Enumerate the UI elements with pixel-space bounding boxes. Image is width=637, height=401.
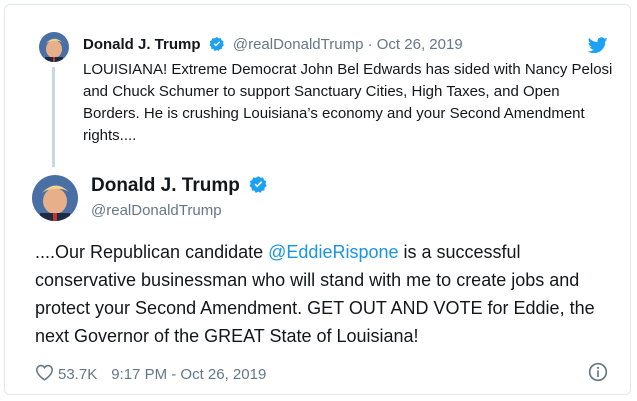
main-author-name-row: Donald J. Trump [91,175,268,200]
twitter-bird-icon[interactable] [587,37,608,59]
parent-avatar[interactable] [39,32,69,62]
main-tweet-text: ....Our Republican candidate @EddieRispo… [35,238,625,350]
tweet-text-part: ....Our Republican candidate [35,242,269,262]
parent-author-handle[interactable]: @realDonaldTrump [233,36,364,53]
verified-badge-icon [209,36,225,56]
main-avatar[interactable] [32,175,78,221]
parent-tweet-date[interactable]: Oct 26, 2019 [377,36,463,53]
verified-badge-icon [249,175,268,200]
like-count[interactable]: 53.7K [58,366,97,383]
tweet-timestamp[interactable]: 9:17 PM - Oct 26, 2019 [111,366,266,383]
meta-separator: · [367,36,373,53]
parent-author-name[interactable]: Donald J. Trump [83,36,201,53]
info-icon[interactable] [588,362,608,387]
thread-connector-line [52,67,55,167]
heart-icon[interactable] [35,364,54,385]
main-author-handle[interactable]: @realDonaldTrump [91,202,222,219]
tweet-footer: 53.7K 9:17 PM - Oct 26, 2019 [35,364,266,385]
parent-tweet-header: Donald J. Trump @realDonaldTrump · Oct 2… [83,36,463,56]
embedded-tweet-card[interactable]: Donald J. Trump @realDonaldTrump · Oct 2… [4,4,631,395]
mention-link[interactable]: @EddieRispone [268,242,398,262]
parent-tweet-text: LOUISIANA! Extreme Democrat John Bel Edw… [83,61,613,144]
main-author-name[interactable]: Donald J. Trump [91,175,240,196]
